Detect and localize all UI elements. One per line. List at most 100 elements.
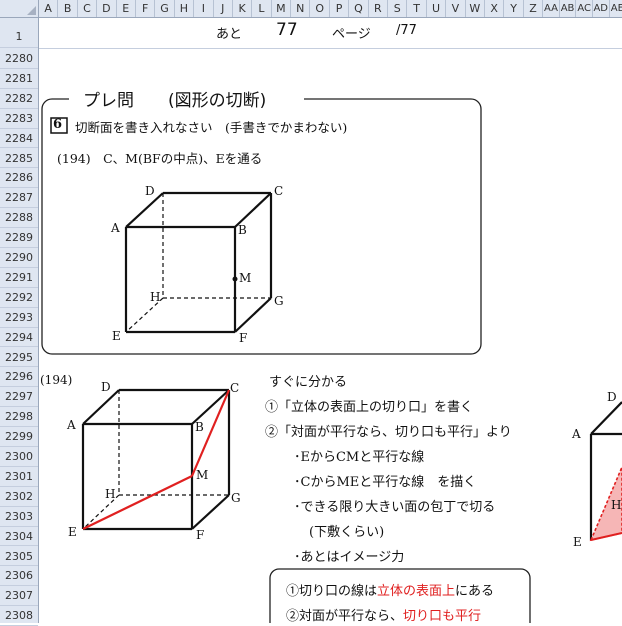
row-header-2284[interactable]: 2284: [0, 129, 38, 149]
column-header-a[interactable]: A: [39, 0, 59, 17]
row-header-2282[interactable]: 2282: [0, 89, 38, 109]
column-header-ae[interactable]: AE: [610, 0, 622, 17]
column-header-r[interactable]: R: [369, 0, 389, 17]
row-header-2307[interactable]: 2307: [0, 586, 38, 607]
row-header-2294[interactable]: 2294: [0, 328, 38, 348]
row-header-2293[interactable]: 2293: [0, 308, 38, 328]
explanation-line-4: ･EからCMと平行な線: [294, 450, 425, 465]
row-header-2286[interactable]: 2286: [0, 168, 38, 189]
summary-line-1: ①切り口の線は立体の表面上にある: [286, 584, 495, 599]
explanation-line-2: ①「立体の表面上の切り口」を書く: [265, 400, 474, 415]
column-header-ad[interactable]: AD: [593, 0, 610, 17]
worksheet[interactable]: あと 77 ページ /77 プレ問 (図形の切断) 6 切断面を書き入れなさい …: [39, 18, 622, 624]
column-header-q[interactable]: Q: [349, 0, 369, 17]
sol-label-e: E: [68, 525, 77, 539]
column-header-n[interactable]: N: [291, 0, 311, 17]
column-header-ab[interactable]: AB: [560, 0, 577, 17]
problem-cube: [124, 191, 273, 334]
column-header-l[interactable]: L: [252, 0, 272, 17]
column-header-o[interactable]: O: [310, 0, 330, 17]
solution-cube: [81, 388, 231, 531]
right-label-a: A: [572, 427, 581, 441]
label-f: F: [239, 331, 248, 345]
label-m: M: [239, 271, 252, 285]
sol-label-a: A: [67, 418, 76, 432]
column-header-b[interactable]: B: [58, 0, 78, 17]
column-header-aa[interactable]: AA: [543, 0, 560, 17]
column-header-z[interactable]: Z: [524, 0, 544, 17]
row-header-2280[interactable]: 2280: [0, 49, 38, 69]
row-header-2296[interactable]: 2296: [0, 367, 38, 388]
row-header-2303[interactable]: 2303: [0, 507, 38, 527]
label-c: C: [274, 184, 284, 198]
sol-label-g: G: [231, 491, 241, 505]
row-header-2299[interactable]: 2299: [0, 427, 38, 447]
right-label-e: E: [573, 535, 582, 549]
column-header-w[interactable]: W: [466, 0, 485, 17]
explanation-line-8: ･あとはイメージ力: [294, 550, 405, 565]
problem-instruction: 切断面を書き入れなさい (手書きでかまわない): [75, 120, 348, 135]
row-header-2297[interactable]: 2297: [0, 387, 38, 408]
label-a: A: [111, 221, 120, 235]
summary-line-2: ②対面が平行なら、切り口も平行: [286, 609, 482, 624]
column-header-e[interactable]: E: [117, 0, 136, 17]
column-header-bar: ABCDEFGHIJKLMNOPQRSTUVWXYZAAABACADAE: [0, 0, 622, 18]
row-header-2287[interactable]: 2287: [0, 188, 38, 209]
point-m: [232, 276, 238, 282]
row-header-2301[interactable]: 2301: [0, 467, 38, 487]
right-label-d: D: [607, 390, 617, 404]
explanation-line-1: すぐに分かる: [269, 375, 348, 390]
row-header-2291[interactable]: 2291: [0, 268, 38, 288]
column-header-t[interactable]: T: [407, 0, 427, 17]
column-header-s[interactable]: S: [388, 0, 408, 17]
label-h: H: [150, 290, 161, 304]
row-header-2292[interactable]: 2292: [0, 288, 38, 308]
select-all-corner[interactable]: [0, 0, 39, 17]
problem-number: 6: [53, 117, 63, 132]
row-header-2285[interactable]: 2285: [0, 149, 38, 169]
row-header-bar: 1 2280 2281 2282 2283 2284 2285 2286 2287 2288 228…: [0, 18, 39, 626]
column-header-ac[interactable]: AC: [576, 0, 593, 17]
column-header-j[interactable]: J: [214, 0, 233, 17]
explanation-line-5: ･CからMEと平行な線 を描く: [294, 475, 477, 490]
row-header-2289[interactable]: 2289: [0, 228, 38, 248]
column-header-h[interactable]: H: [175, 0, 195, 17]
row-header-2288[interactable]: 2288: [0, 208, 38, 229]
sol-label-b: B: [195, 420, 204, 434]
column-header-x[interactable]: X: [485, 0, 505, 17]
explanation-line-6: ･できる限り大きい面の包丁で切る: [294, 500, 496, 515]
column-header-u[interactable]: U: [427, 0, 447, 17]
row-header-2290[interactable]: 2290: [0, 248, 38, 268]
explanation-line-3: ②「対面が平行なら、切り口も平行」より: [265, 425, 512, 440]
label-b: B: [238, 223, 247, 237]
sol-label-d: D: [101, 380, 111, 394]
column-header-p[interactable]: P: [330, 0, 350, 17]
explanation-line-7: (下敷くらい): [309, 525, 385, 540]
column-header-f[interactable]: F: [136, 0, 156, 17]
row-header-2305[interactable]: 2305: [0, 547, 38, 567]
problem-box-frame: [41, 98, 482, 355]
row-header-2308[interactable]: 2308: [0, 606, 38, 626]
label-d: D: [145, 184, 155, 198]
column-header-y[interactable]: Y: [504, 0, 524, 17]
column-header-i[interactable]: I: [194, 0, 214, 17]
row-header-2298[interactable]: 2298: [0, 407, 38, 428]
row-header-2281[interactable]: 2281: [0, 69, 38, 89]
column-header-m[interactable]: M: [272, 0, 292, 17]
row-header-2306[interactable]: 2306: [0, 566, 38, 587]
column-header-v[interactable]: V: [446, 0, 466, 17]
column-header-d[interactable]: D: [97, 0, 117, 17]
row-header-2295[interactable]: 2295: [0, 348, 38, 368]
row-header-2304[interactable]: 2304: [0, 527, 38, 547]
row-header-2283[interactable]: 2283: [0, 109, 38, 129]
row-header-2302[interactable]: 2302: [0, 487, 38, 507]
label-e: E: [112, 329, 121, 343]
right-label-h: H: [611, 498, 622, 512]
label-g: G: [274, 294, 284, 308]
column-header-k[interactable]: K: [233, 0, 253, 17]
row-header-1[interactable]: 1: [0, 18, 38, 48]
column-header-c[interactable]: C: [78, 0, 98, 17]
column-header-g[interactable]: G: [155, 0, 175, 17]
row-header-2300[interactable]: 2300: [0, 447, 38, 467]
problem-title: プレ問 (図形の切断): [83, 91, 267, 111]
